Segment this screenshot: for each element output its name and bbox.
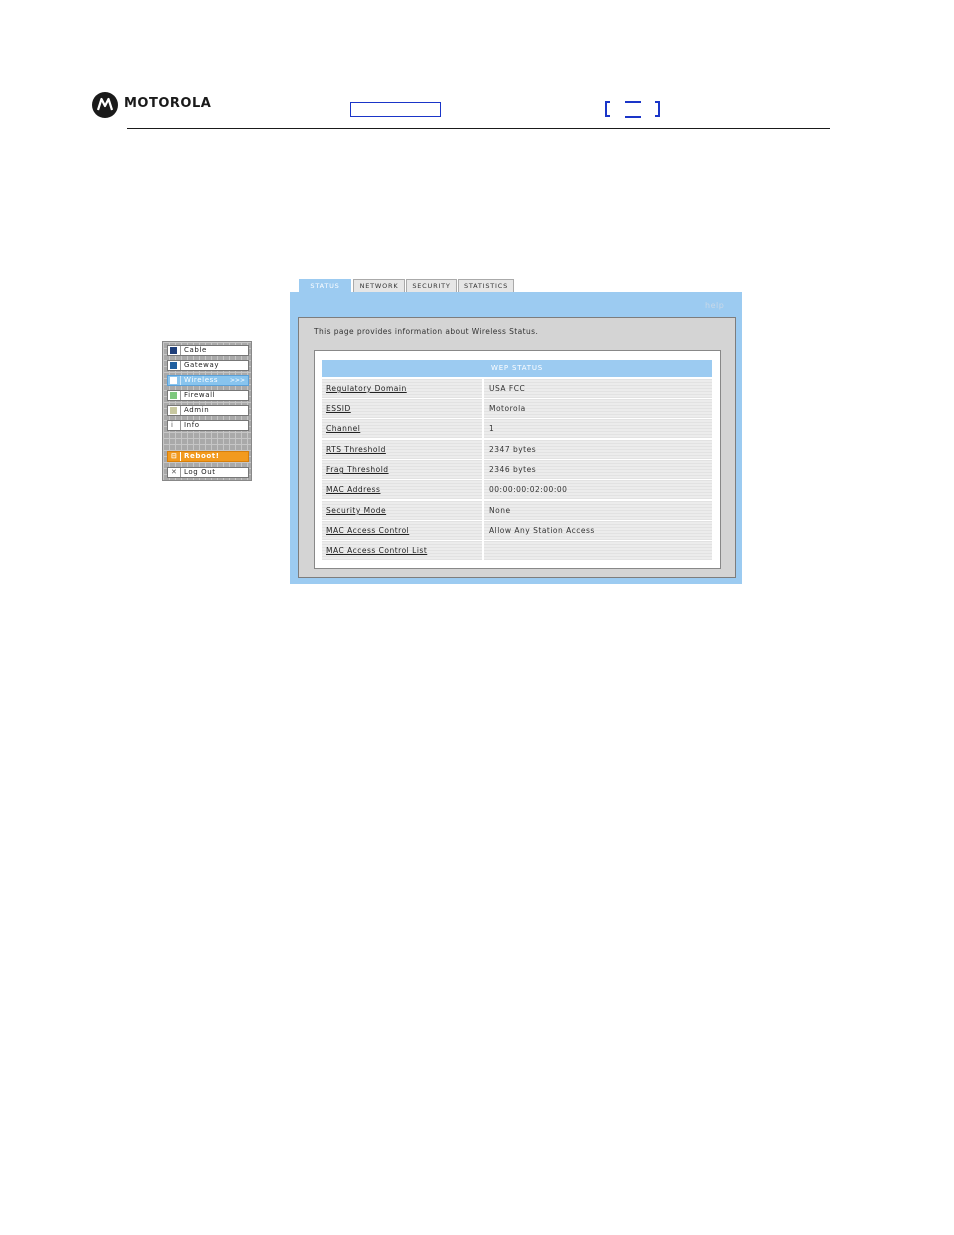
security-mode-value: None <box>484 501 712 520</box>
tab-security[interactable]: SECURITY <box>406 279 457 292</box>
mac-access-control-list-link[interactable]: MAC Access Control List <box>322 541 482 560</box>
active-arrow-icon: >>> <box>229 377 245 384</box>
brand-name: MOTOROLA <box>124 96 212 111</box>
table-row: Regulatory Domain USA FCC <box>322 379 712 398</box>
nav-item-cable[interactable]: Cable <box>167 345 249 356</box>
regulatory-domain-link[interactable]: Regulatory Domain <box>322 379 482 398</box>
reboot-icon: ⊟ <box>171 452 177 460</box>
table-row: RTS Threshold 2347 bytes <box>322 440 712 459</box>
table-row: MAC Address 00:00:00:02:00:00 <box>322 480 712 499</box>
nav-item-wireless[interactable]: Wireless >>> <box>167 375 249 386</box>
nav-label: Reboot! <box>184 452 220 460</box>
table-row: Channel 1 <box>322 419 712 438</box>
nav-item-admin[interactable]: Admin <box>167 405 249 416</box>
rts-threshold-value: 2347 bytes <box>484 440 712 459</box>
nav-item-reboot[interactable]: ⊟ Reboot! <box>167 451 249 462</box>
nav-label: Info <box>184 421 200 429</box>
mac-address-value: 00:00:00:02:00:00 <box>484 480 712 499</box>
essid-link[interactable]: ESSID <box>322 399 482 418</box>
rts-threshold-link[interactable]: RTS Threshold <box>322 440 482 459</box>
nav-label: Admin <box>184 406 210 414</box>
nav-item-logout[interactable]: ✕ Log Out <box>167 467 249 478</box>
mac-address-link[interactable]: MAC Address <box>322 480 482 499</box>
tab-statistics[interactable]: STATISTICS <box>458 279 514 292</box>
nav-label: Cable <box>184 346 207 354</box>
admin-icon <box>170 407 177 414</box>
page-description: This page provides information about Wir… <box>314 327 539 336</box>
header-rule <box>127 128 830 129</box>
nav-label: Firewall <box>184 391 216 399</box>
header-link-box[interactable] <box>350 102 441 117</box>
nav-item-gateway[interactable]: Gateway <box>167 360 249 371</box>
wireless-icon <box>170 377 177 384</box>
table-row: MAC Access Control List <box>322 541 712 560</box>
nav-label: Gateway <box>184 361 220 369</box>
mac-access-control-list-value <box>484 541 712 560</box>
bracket-top-line <box>625 101 641 103</box>
nav-item-info[interactable]: i Info <box>167 420 249 431</box>
gateway-icon <box>170 362 177 369</box>
bracket-left <box>605 101 610 117</box>
close-icon: ✕ <box>171 468 177 476</box>
tab-status[interactable]: STATUS <box>299 279 351 293</box>
mac-access-control-link[interactable]: MAC Access Control <box>322 521 482 540</box>
security-mode-link[interactable]: Security Mode <box>322 501 482 520</box>
frag-threshold-link[interactable]: Frag Threshold <box>322 460 482 479</box>
nav-item-firewall[interactable]: Firewall <box>167 390 249 401</box>
bracket-bottom-line <box>625 116 641 118</box>
essid-value: Motorola <box>484 399 712 418</box>
nav-label: Log Out <box>184 468 216 476</box>
table-row: ESSID Motorola <box>322 399 712 418</box>
nav-label: Wireless <box>184 376 219 384</box>
motorola-logo-icon <box>92 92 118 118</box>
info-icon: i <box>171 421 173 429</box>
firewall-icon <box>170 392 177 399</box>
frag-threshold-value: 2346 bytes <box>484 460 712 479</box>
regulatory-domain-value: USA FCC <box>484 379 712 398</box>
bracket-right <box>655 101 660 117</box>
table-title: WEP STATUS <box>322 360 712 377</box>
channel-link[interactable]: Channel <box>322 419 482 438</box>
tab-network[interactable]: NETWORK <box>353 279 405 292</box>
help-link[interactable]: help <box>705 301 724 310</box>
table-row: MAC Access Control Allow Any Station Acc… <box>322 521 712 540</box>
table-row: Frag Threshold 2346 bytes <box>322 460 712 479</box>
mac-access-control-value: Allow Any Station Access <box>484 521 712 540</box>
channel-value: 1 <box>484 419 712 438</box>
side-nav: Cable Gateway Wireless >>> Firewall Admi… <box>162 341 252 481</box>
cable-icon <box>170 347 177 354</box>
table-row: Security Mode None <box>322 501 712 520</box>
